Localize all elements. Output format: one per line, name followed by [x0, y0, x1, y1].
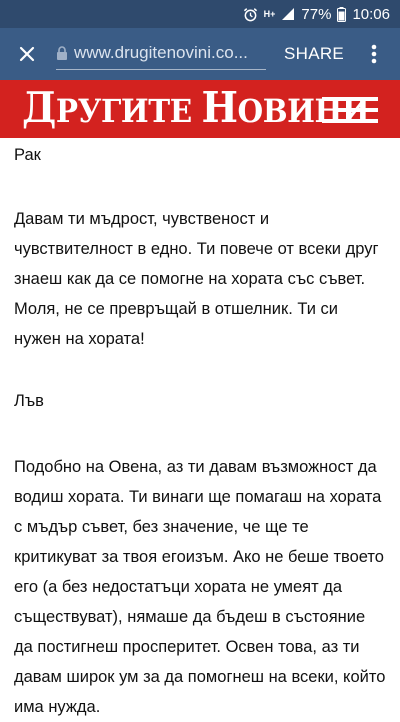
zodiac-heading-leo: Лъв — [14, 392, 44, 410]
signal-icon — [281, 7, 295, 21]
status-bar: H+ 77% 10:06 — [0, 0, 400, 28]
logo-first-cap: Д — [22, 82, 56, 132]
battery-icon — [337, 6, 347, 22]
share-button[interactable]: SHARE — [284, 44, 344, 64]
browser-toolbar: www.drugitenovini.co... SHARE — [0, 28, 400, 80]
site-logo[interactable]: ДРУГИТЕ НОВИНИ — [22, 79, 370, 140]
logo-first-rest: РУГИТЕ — [55, 91, 202, 130]
zodiac-text-cancer: Давам ти мъдрост, чувственост и чувствит… — [14, 210, 379, 348]
close-icon — [19, 46, 35, 62]
close-button[interactable] — [0, 28, 54, 80]
url-text: www.drugitenovini.co... — [74, 42, 248, 62]
zodiac-heading-cancer: Рак — [14, 146, 41, 164]
network-type: H+ — [263, 8, 276, 19]
logo-second-cap: Н — [201, 82, 238, 132]
clock: 10:06 — [352, 5, 390, 23]
more-vert-icon — [371, 44, 377, 64]
url-bar[interactable]: www.drugitenovini.co... — [56, 38, 266, 70]
more-options-button[interactable] — [362, 28, 386, 80]
lock-icon — [57, 45, 67, 60]
site-header: ДРУГИТЕ НОВИНИ — [0, 80, 400, 138]
battery-percent: 77% — [301, 5, 332, 23]
alarm-icon — [243, 7, 258, 22]
hamburger-menu-icon[interactable] — [322, 97, 378, 123]
zodiac-text-leo: Подобно на Овена, аз ти давам възможност… — [14, 458, 386, 716]
